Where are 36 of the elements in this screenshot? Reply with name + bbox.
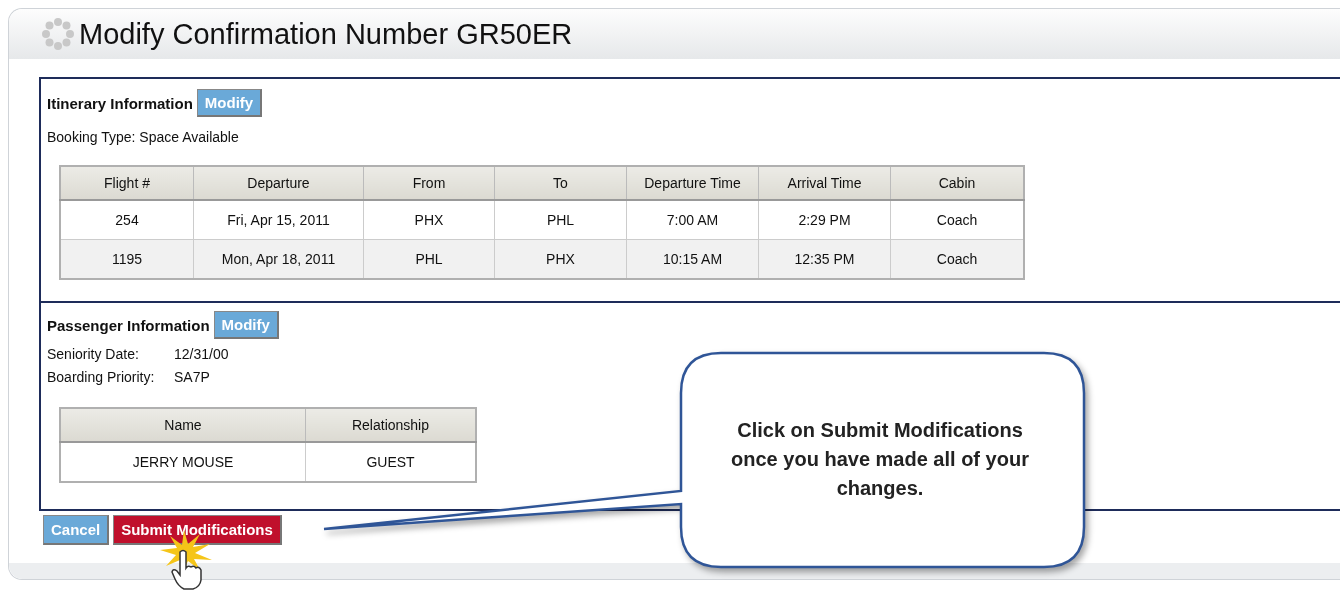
column-header: Arrival Time: [758, 166, 891, 200]
column-header: Departure Time: [626, 166, 759, 200]
table-cell: 2:29 PM: [758, 200, 891, 240]
section-heading: Itinerary Information: [47, 94, 193, 112]
loading-spinner-icon: [41, 17, 75, 51]
callout-text: Click on Submit Modifications once you have made all of your changes.: [730, 418, 1030, 501]
table-cell: 254: [60, 200, 194, 240]
modify-button[interactable]: Modify: [213, 311, 279, 339]
field-value: SA7P: [174, 369, 210, 385]
section-heading: Passenger Information: [47, 316, 210, 334]
column-header: Name: [60, 408, 306, 442]
field-value: 12/31/00: [174, 346, 229, 362]
booking-type: Booking Type: Space Available: [47, 129, 240, 145]
table-cell: PHX: [494, 239, 627, 279]
column-header: From: [363, 166, 495, 200]
table-cell: PHL: [363, 239, 495, 279]
table-cell: 7:00 AM: [626, 200, 759, 240]
column-header: Flight #: [60, 166, 194, 200]
column-header: To: [494, 166, 627, 200]
modify-button[interactable]: Modify: [196, 89, 263, 117]
table-cell: 12:35 PM: [758, 239, 891, 279]
field-label: Seniority Date:: [47, 346, 140, 362]
field-label: Boarding Priority:: [47, 369, 156, 385]
submit-button[interactable]: Submit Modifications: [113, 515, 282, 545]
table-cell: 10:15 AM: [626, 239, 759, 279]
table-cell: Coach: [890, 239, 1024, 279]
page-title: Modify Confirmation Number GR50ER: [79, 17, 573, 51]
table-cell: Mon, Apr 18, 2011: [193, 239, 364, 279]
column-header: Relationship: [305, 408, 476, 442]
table-cell: PHL: [494, 200, 627, 240]
column-header: Cabin: [890, 166, 1024, 200]
cancel-button[interactable]: Cancel: [43, 515, 110, 545]
table-cell: 1195: [60, 239, 194, 279]
table-cell: PHX: [363, 200, 495, 240]
column-header: Departure: [193, 166, 364, 200]
table-cell: Fri, Apr 15, 2011: [193, 200, 364, 240]
